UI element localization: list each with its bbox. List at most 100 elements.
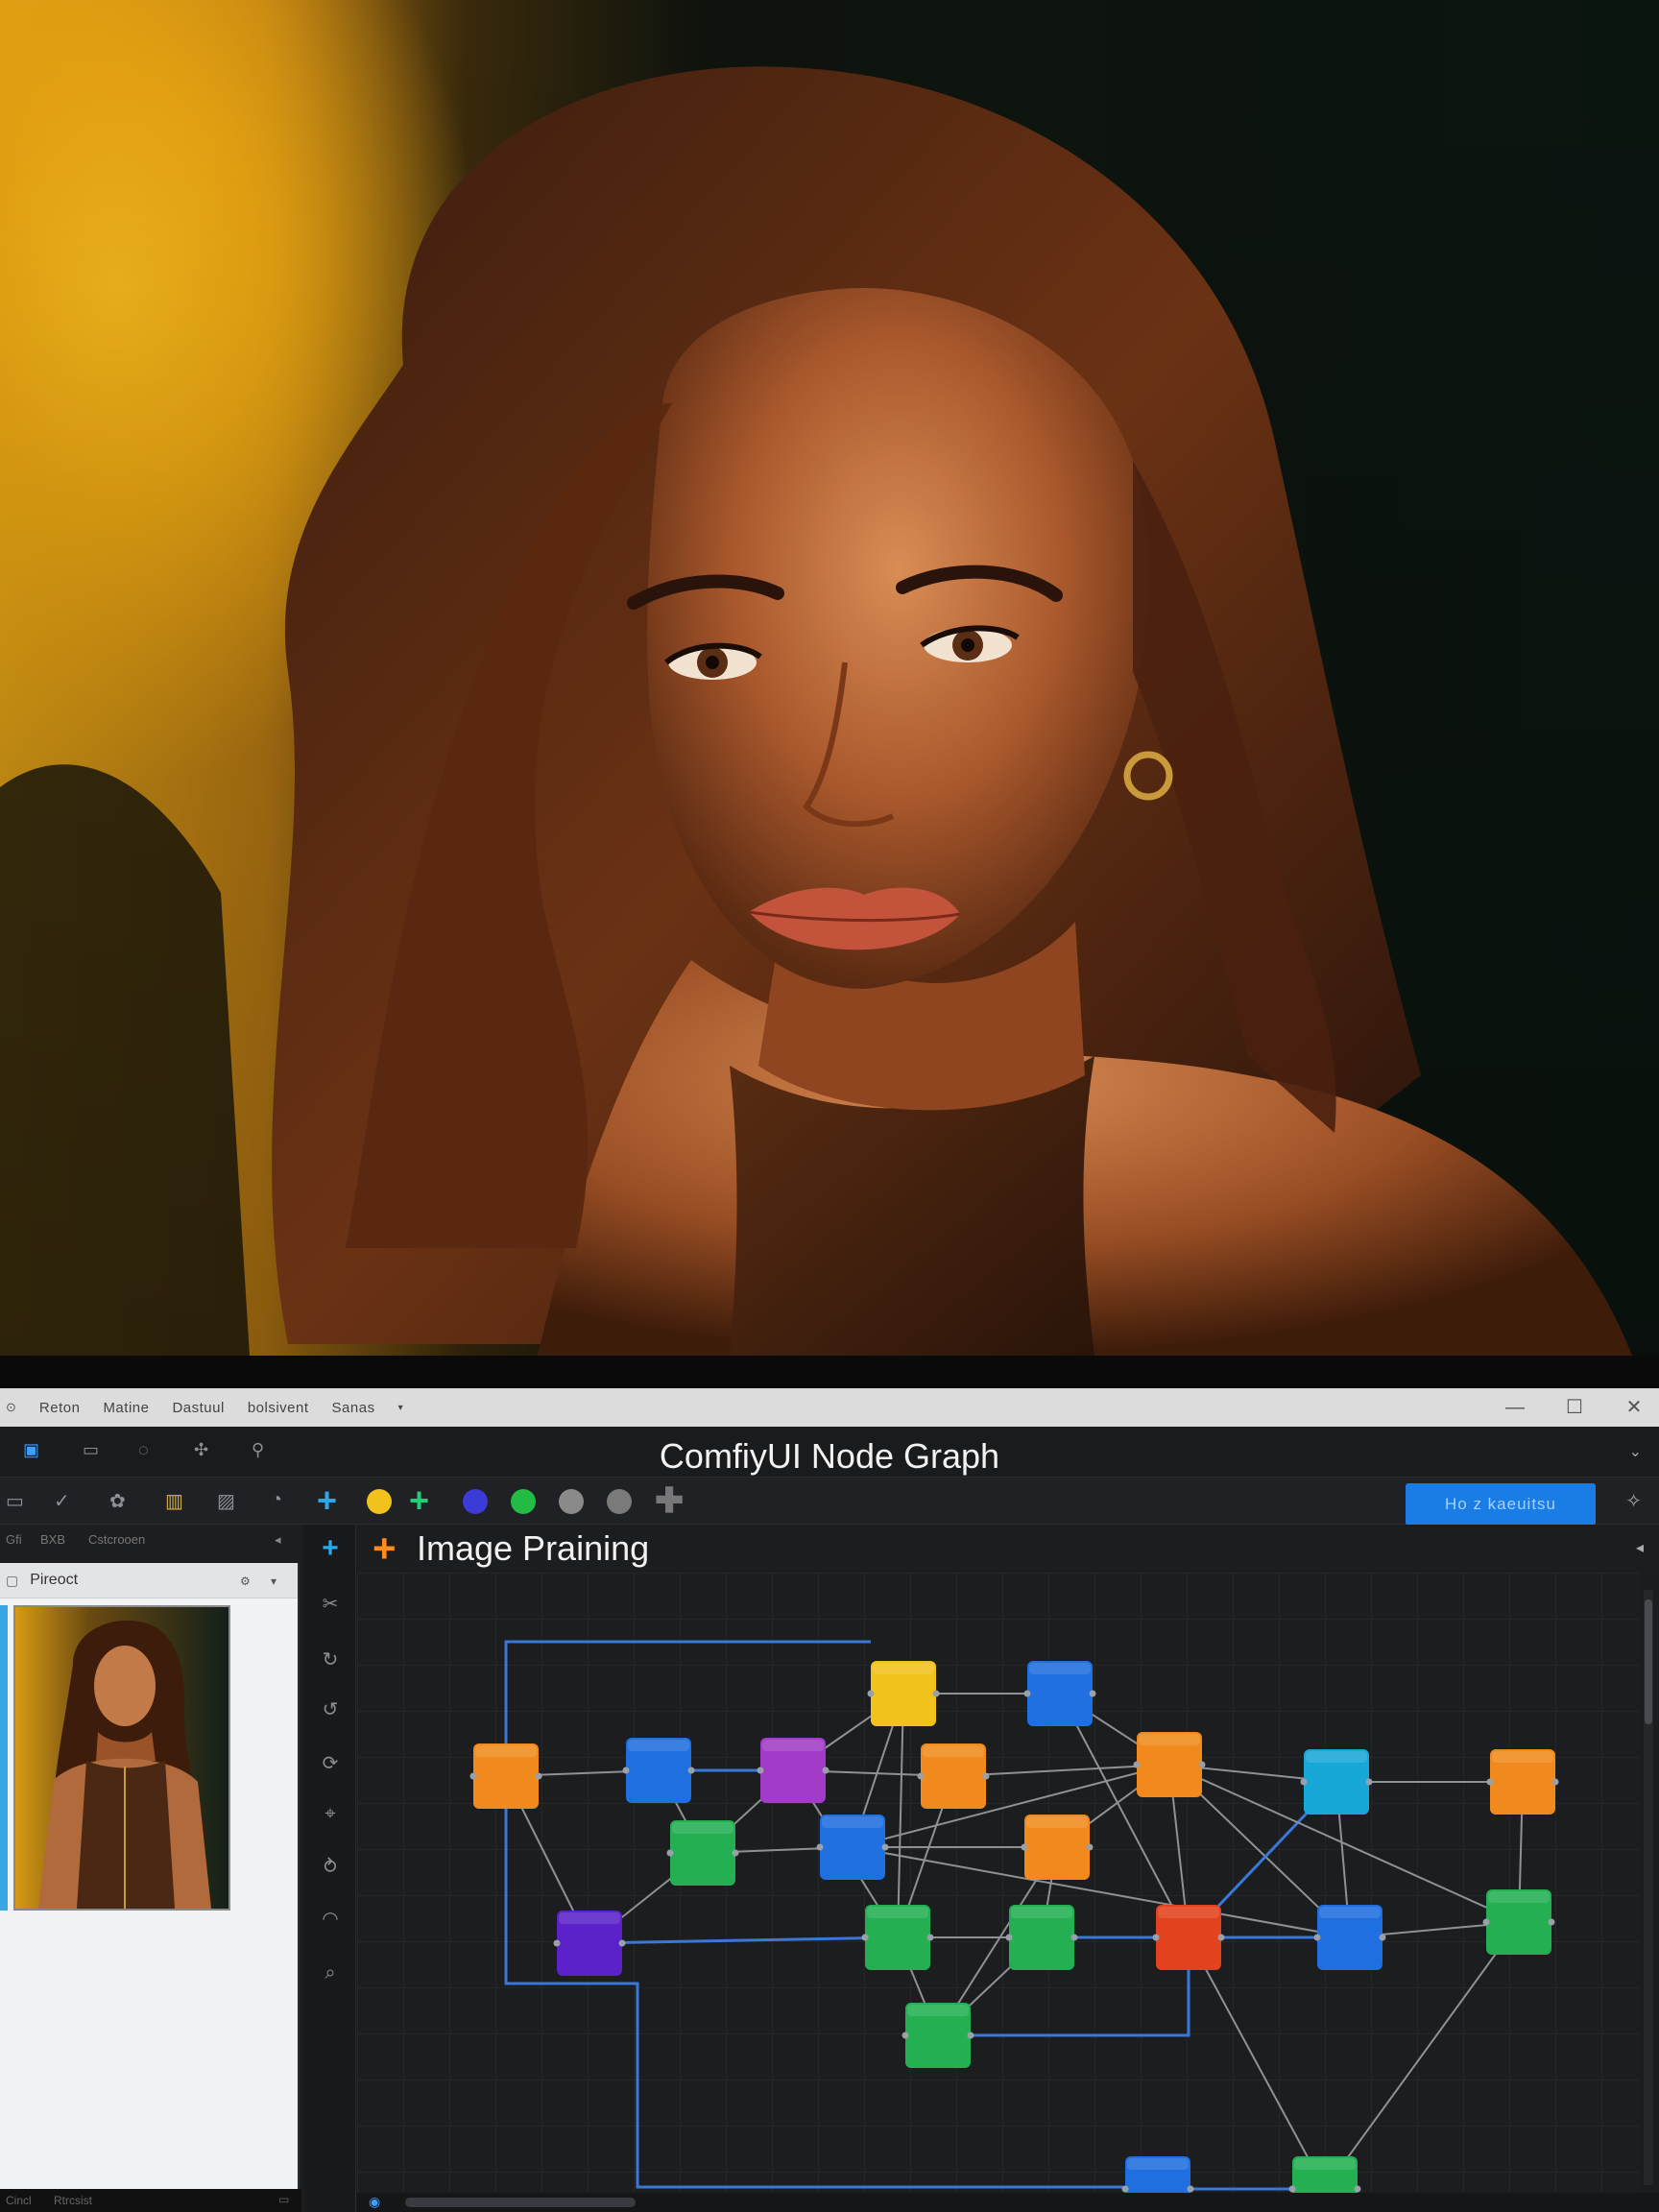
graph-node[interactable]: [1156, 1905, 1221, 1970]
node-port[interactable]: [1005, 1934, 1013, 1941]
node-port[interactable]: [1021, 1843, 1028, 1851]
graph-node[interactable]: [820, 1815, 885, 1880]
collapse-icon[interactable]: ◂: [1636, 1538, 1644, 1557]
node-port[interactable]: [1217, 1934, 1225, 1941]
graph-node[interactable]: [1304, 1749, 1369, 1815]
node-port[interactable]: [902, 2032, 909, 2039]
panel-collapse-icon[interactable]: ◂: [275, 1532, 281, 1548]
graph-node[interactable]: [760, 1738, 826, 1803]
menu-more-icon[interactable]: ▾: [398, 1403, 404, 1413]
preview-thumbnail[interactable]: [13, 1605, 230, 1911]
graph-node[interactable]: [1027, 1661, 1093, 1726]
image-icon[interactable]: ▨: [217, 1489, 235, 1513]
node-port[interactable]: [1482, 1918, 1490, 1926]
graph-node[interactable]: [1490, 1749, 1555, 1815]
loop-icon[interactable]: ⥁: [319, 1855, 342, 1878]
horizontal-scrollbar[interactable]: ◉: [357, 2193, 1659, 2212]
graph-node[interactable]: [905, 2003, 971, 2068]
minimize-button[interactable]: —: [1496, 1394, 1534, 1421]
graph-node[interactable]: [670, 1820, 735, 1886]
lasso-icon[interactable]: ↺: [319, 1697, 342, 1720]
panel-tab[interactable]: BXB: [40, 1532, 65, 1547]
node-port[interactable]: [1198, 1761, 1206, 1768]
node-port[interactable]: [469, 1772, 477, 1780]
graph-node[interactable]: [1317, 1905, 1382, 1970]
node-port[interactable]: [553, 1939, 561, 1947]
menu-item[interactable]: Dastuul: [172, 1400, 224, 1416]
add-group-plus-icon[interactable]: +: [409, 1483, 429, 1518]
graph-node[interactable]: [871, 1661, 936, 1726]
home-icon[interactable]: ◉: [369, 2194, 380, 2210]
gear-icon[interactable]: ✿: [109, 1489, 126, 1513]
node-port[interactable]: [926, 1934, 934, 1941]
shape-icon[interactable]: ◠: [319, 1907, 342, 1930]
node-port[interactable]: [1121, 2185, 1129, 2193]
vertical-scrollbar[interactable]: [1644, 1590, 1653, 2185]
menu-item[interactable]: Reton: [39, 1400, 81, 1416]
node-port[interactable]: [816, 1843, 824, 1851]
search-icon[interactable]: ⌕: [319, 1962, 342, 1985]
node-port[interactable]: [967, 2032, 974, 2039]
node-port[interactable]: [1486, 1778, 1494, 1786]
sparkle-icon[interactable]: ✧: [1625, 1489, 1642, 1513]
scrollbar-thumb[interactable]: [1645, 1599, 1652, 1724]
node-port[interactable]: [1288, 2185, 1296, 2193]
menu-item[interactable]: Matine: [103, 1400, 149, 1416]
graph-node[interactable]: [1137, 1732, 1202, 1797]
node-port[interactable]: [881, 1843, 889, 1851]
node-graph-canvas[interactable]: [357, 1573, 1640, 2193]
node-port[interactable]: [1551, 1778, 1559, 1786]
node-port[interactable]: [822, 1767, 830, 1774]
dropdown-icon[interactable]: ▾: [271, 1575, 276, 1588]
scissors-icon[interactable]: ✂: [319, 1592, 342, 1615]
menu-item[interactable]: Sanas: [332, 1400, 375, 1416]
graph-node[interactable]: [865, 1905, 930, 1970]
node-port[interactable]: [1187, 2185, 1194, 2193]
close-button[interactable]: ✕: [1615, 1394, 1653, 1421]
graph-node[interactable]: [473, 1743, 539, 1809]
node-port[interactable]: [1313, 1934, 1321, 1941]
color-dot-yellow[interactable]: [367, 1489, 392, 1514]
node-port[interactable]: [932, 1690, 940, 1697]
pin-icon[interactable]: ⌖: [319, 1803, 342, 1826]
graph-node[interactable]: [921, 1743, 986, 1809]
graph-node[interactable]: [1125, 2156, 1190, 2193]
graph-node[interactable]: [1486, 1889, 1551, 1955]
node-port[interactable]: [1152, 1934, 1160, 1941]
settings-icon[interactable]: ⚙: [240, 1575, 251, 1588]
color-dot-gray-2[interactable]: [607, 1489, 632, 1514]
panel-tab[interactable]: Gfi: [6, 1532, 22, 1547]
graph-node[interactable]: [557, 1911, 622, 1976]
node-port[interactable]: [687, 1767, 695, 1774]
node-port[interactable]: [622, 1767, 630, 1774]
node-port[interactable]: [1354, 2185, 1361, 2193]
node-port[interactable]: [1089, 1690, 1096, 1697]
layer-icon[interactable]: ▭: [6, 1489, 24, 1513]
node-port[interactable]: [535, 1772, 542, 1780]
node-port[interactable]: [1086, 1843, 1094, 1851]
node-port[interactable]: [917, 1772, 925, 1780]
more-plus-icon[interactable]: ✚: [655, 1483, 684, 1518]
color-dot-green[interactable]: [511, 1489, 536, 1514]
add-plus-icon[interactable]: +: [373, 1525, 397, 1573]
node-port[interactable]: [1023, 1690, 1031, 1697]
add-node-plus-icon[interactable]: +: [319, 1532, 342, 1564]
graph-node[interactable]: [626, 1738, 691, 1803]
scrollbar-thumb[interactable]: [405, 2198, 636, 2207]
book-icon[interactable]: ▥: [165, 1489, 183, 1513]
graph-node[interactable]: [1292, 2156, 1358, 2193]
rotate-icon[interactable]: ↻: [319, 1647, 342, 1671]
color-dot-gray[interactable]: [559, 1489, 584, 1514]
check-icon[interactable]: ✓: [54, 1489, 70, 1513]
chevron-down-icon[interactable]: ⌄: [1629, 1442, 1642, 1461]
maximize-button[interactable]: ☐: [1555, 1394, 1594, 1421]
node-port[interactable]: [1379, 1934, 1386, 1941]
node-port[interactable]: [1133, 1761, 1141, 1768]
add-node-plus-icon[interactable]: +: [317, 1483, 337, 1518]
color-dot-blue[interactable]: [463, 1489, 488, 1514]
node-port[interactable]: [1365, 1778, 1373, 1786]
node-port[interactable]: [666, 1849, 674, 1857]
refresh-icon[interactable]: ⟳: [319, 1751, 342, 1774]
node-port[interactable]: [1070, 1934, 1078, 1941]
run-queue-button[interactable]: Ho z kaeuitsu: [1406, 1483, 1596, 1526]
